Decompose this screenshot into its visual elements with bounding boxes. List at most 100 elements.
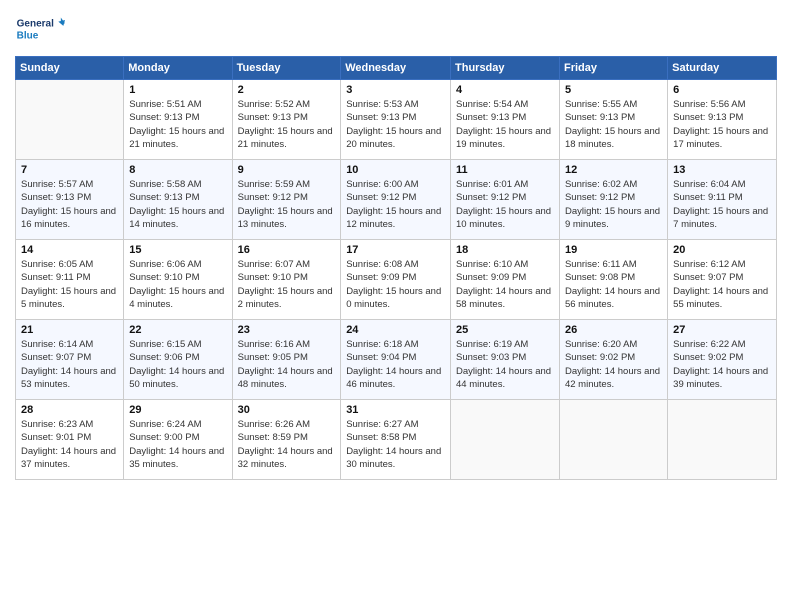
day-info: Sunrise: 5:55 AM Sunset: 9:13 PM Dayligh… — [565, 98, 662, 151]
sunrise: Sunrise: 6:10 AM — [456, 259, 528, 270]
calendar-cell: 13 Sunrise: 6:04 AM Sunset: 9:11 PM Dayl… — [668, 160, 777, 240]
sunset: Sunset: 9:02 PM — [673, 352, 743, 363]
daylight: Daylight: 15 hours and 5 minutes. — [21, 286, 116, 310]
day-header-monday: Monday — [124, 57, 232, 80]
daylight: Daylight: 14 hours and 32 minutes. — [238, 446, 333, 470]
sunset: Sunset: 9:12 PM — [238, 192, 308, 203]
calendar-cell: 22 Sunrise: 6:15 AM Sunset: 9:06 PM Dayl… — [124, 320, 232, 400]
sunrise: Sunrise: 6:14 AM — [21, 339, 93, 350]
calendar-cell: 17 Sunrise: 6:08 AM Sunset: 9:09 PM Dayl… — [341, 240, 451, 320]
day-number: 3 — [346, 84, 445, 96]
day-info: Sunrise: 6:06 AM Sunset: 9:10 PM Dayligh… — [129, 258, 226, 311]
sunset: Sunset: 9:01 PM — [21, 432, 91, 443]
calendar-header-row: SundayMondayTuesdayWednesdayThursdayFrid… — [16, 57, 777, 80]
day-header-saturday: Saturday — [668, 57, 777, 80]
day-info: Sunrise: 5:56 AM Sunset: 9:13 PM Dayligh… — [673, 98, 771, 151]
sunrise: Sunrise: 6:11 AM — [565, 259, 637, 270]
daylight: Daylight: 14 hours and 39 minutes. — [673, 366, 768, 390]
sunset: Sunset: 9:12 PM — [346, 192, 416, 203]
day-info: Sunrise: 6:26 AM Sunset: 8:59 PM Dayligh… — [238, 418, 336, 471]
calendar-cell: 29 Sunrise: 6:24 AM Sunset: 9:00 PM Dayl… — [124, 400, 232, 480]
day-info: Sunrise: 6:27 AM Sunset: 8:58 PM Dayligh… — [346, 418, 445, 471]
day-info: Sunrise: 6:16 AM Sunset: 9:05 PM Dayligh… — [238, 338, 336, 391]
day-number: 7 — [21, 164, 118, 176]
day-info: Sunrise: 6:02 AM Sunset: 9:12 PM Dayligh… — [565, 178, 662, 231]
sunset: Sunset: 9:05 PM — [238, 352, 308, 363]
sunset: Sunset: 9:08 PM — [565, 272, 635, 283]
day-info: Sunrise: 6:23 AM Sunset: 9:01 PM Dayligh… — [21, 418, 118, 471]
daylight: Daylight: 14 hours and 30 minutes. — [346, 446, 441, 470]
sunset: Sunset: 9:13 PM — [21, 192, 91, 203]
day-number: 10 — [346, 164, 445, 176]
sunset: Sunset: 9:09 PM — [346, 272, 416, 283]
day-number: 27 — [673, 324, 771, 336]
sunrise: Sunrise: 6:04 AM — [673, 179, 745, 190]
day-info: Sunrise: 6:14 AM Sunset: 9:07 PM Dayligh… — [21, 338, 118, 391]
daylight: Daylight: 15 hours and 21 minutes. — [129, 126, 224, 150]
day-info: Sunrise: 6:08 AM Sunset: 9:09 PM Dayligh… — [346, 258, 445, 311]
daylight: Daylight: 14 hours and 35 minutes. — [129, 446, 224, 470]
day-info: Sunrise: 6:10 AM Sunset: 9:09 PM Dayligh… — [456, 258, 554, 311]
sunrise: Sunrise: 6:05 AM — [21, 259, 93, 270]
sunrise: Sunrise: 6:08 AM — [346, 259, 418, 270]
day-number: 6 — [673, 84, 771, 96]
daylight: Daylight: 14 hours and 48 minutes. — [238, 366, 333, 390]
day-info: Sunrise: 5:53 AM Sunset: 9:13 PM Dayligh… — [346, 98, 445, 151]
day-number: 31 — [346, 404, 445, 416]
sunset: Sunset: 8:58 PM — [346, 432, 416, 443]
daylight: Daylight: 14 hours and 53 minutes. — [21, 366, 116, 390]
day-info: Sunrise: 6:00 AM Sunset: 9:12 PM Dayligh… — [346, 178, 445, 231]
calendar-cell: 23 Sunrise: 6:16 AM Sunset: 9:05 PM Dayl… — [232, 320, 341, 400]
sunrise: Sunrise: 5:53 AM — [346, 99, 418, 110]
sunrise: Sunrise: 6:18 AM — [346, 339, 418, 350]
daylight: Daylight: 15 hours and 17 minutes. — [673, 126, 768, 150]
daylight: Daylight: 15 hours and 20 minutes. — [346, 126, 441, 150]
calendar-cell: 14 Sunrise: 6:05 AM Sunset: 9:11 PM Dayl… — [16, 240, 124, 320]
day-info: Sunrise: 6:11 AM Sunset: 9:08 PM Dayligh… — [565, 258, 662, 311]
calendar-cell: 16 Sunrise: 6:07 AM Sunset: 9:10 PM Dayl… — [232, 240, 341, 320]
day-number: 16 — [238, 244, 336, 256]
daylight: Daylight: 15 hours and 0 minutes. — [346, 286, 441, 310]
daylight: Daylight: 15 hours and 2 minutes. — [238, 286, 333, 310]
calendar-cell: 11 Sunrise: 6:01 AM Sunset: 9:12 PM Dayl… — [451, 160, 560, 240]
calendar-table: SundayMondayTuesdayWednesdayThursdayFrid… — [15, 56, 777, 480]
daylight: Daylight: 15 hours and 7 minutes. — [673, 206, 768, 230]
day-number: 22 — [129, 324, 226, 336]
sunrise: Sunrise: 6:16 AM — [238, 339, 310, 350]
day-info: Sunrise: 6:15 AM Sunset: 9:06 PM Dayligh… — [129, 338, 226, 391]
calendar-week-row: 7 Sunrise: 5:57 AM Sunset: 9:13 PM Dayli… — [16, 160, 777, 240]
sunrise: Sunrise: 6:20 AM — [565, 339, 637, 350]
day-info: Sunrise: 6:05 AM Sunset: 9:11 PM Dayligh… — [21, 258, 118, 311]
daylight: Daylight: 15 hours and 18 minutes. — [565, 126, 660, 150]
sunrise: Sunrise: 6:23 AM — [21, 419, 93, 430]
calendar-cell: 3 Sunrise: 5:53 AM Sunset: 9:13 PM Dayli… — [341, 80, 451, 160]
day-info: Sunrise: 6:01 AM Sunset: 9:12 PM Dayligh… — [456, 178, 554, 231]
day-number: 18 — [456, 244, 554, 256]
sunset: Sunset: 9:04 PM — [346, 352, 416, 363]
sunrise: Sunrise: 5:52 AM — [238, 99, 310, 110]
calendar-week-row: 28 Sunrise: 6:23 AM Sunset: 9:01 PM Dayl… — [16, 400, 777, 480]
sunset: Sunset: 9:00 PM — [129, 432, 199, 443]
daylight: Daylight: 14 hours and 55 minutes. — [673, 286, 768, 310]
day-info: Sunrise: 6:07 AM Sunset: 9:10 PM Dayligh… — [238, 258, 336, 311]
day-number: 26 — [565, 324, 662, 336]
calendar-cell: 8 Sunrise: 5:58 AM Sunset: 9:13 PM Dayli… — [124, 160, 232, 240]
sunrise: Sunrise: 6:00 AM — [346, 179, 418, 190]
calendar-week-row: 14 Sunrise: 6:05 AM Sunset: 9:11 PM Dayl… — [16, 240, 777, 320]
sunrise: Sunrise: 6:15 AM — [129, 339, 201, 350]
day-info: Sunrise: 6:04 AM Sunset: 9:11 PM Dayligh… — [673, 178, 771, 231]
day-number: 20 — [673, 244, 771, 256]
calendar-cell: 1 Sunrise: 5:51 AM Sunset: 9:13 PM Dayli… — [124, 80, 232, 160]
day-number: 25 — [456, 324, 554, 336]
day-info: Sunrise: 6:20 AM Sunset: 9:02 PM Dayligh… — [565, 338, 662, 391]
sunrise: Sunrise: 6:19 AM — [456, 339, 528, 350]
day-info: Sunrise: 5:54 AM Sunset: 9:13 PM Dayligh… — [456, 98, 554, 151]
day-number: 23 — [238, 324, 336, 336]
day-number: 4 — [456, 84, 554, 96]
calendar-cell: 20 Sunrise: 6:12 AM Sunset: 9:07 PM Dayl… — [668, 240, 777, 320]
sunset: Sunset: 9:13 PM — [346, 112, 416, 123]
day-info: Sunrise: 5:52 AM Sunset: 9:13 PM Dayligh… — [238, 98, 336, 151]
sunset: Sunset: 9:10 PM — [129, 272, 199, 283]
sunset: Sunset: 9:02 PM — [565, 352, 635, 363]
sunset: Sunset: 9:13 PM — [456, 112, 526, 123]
